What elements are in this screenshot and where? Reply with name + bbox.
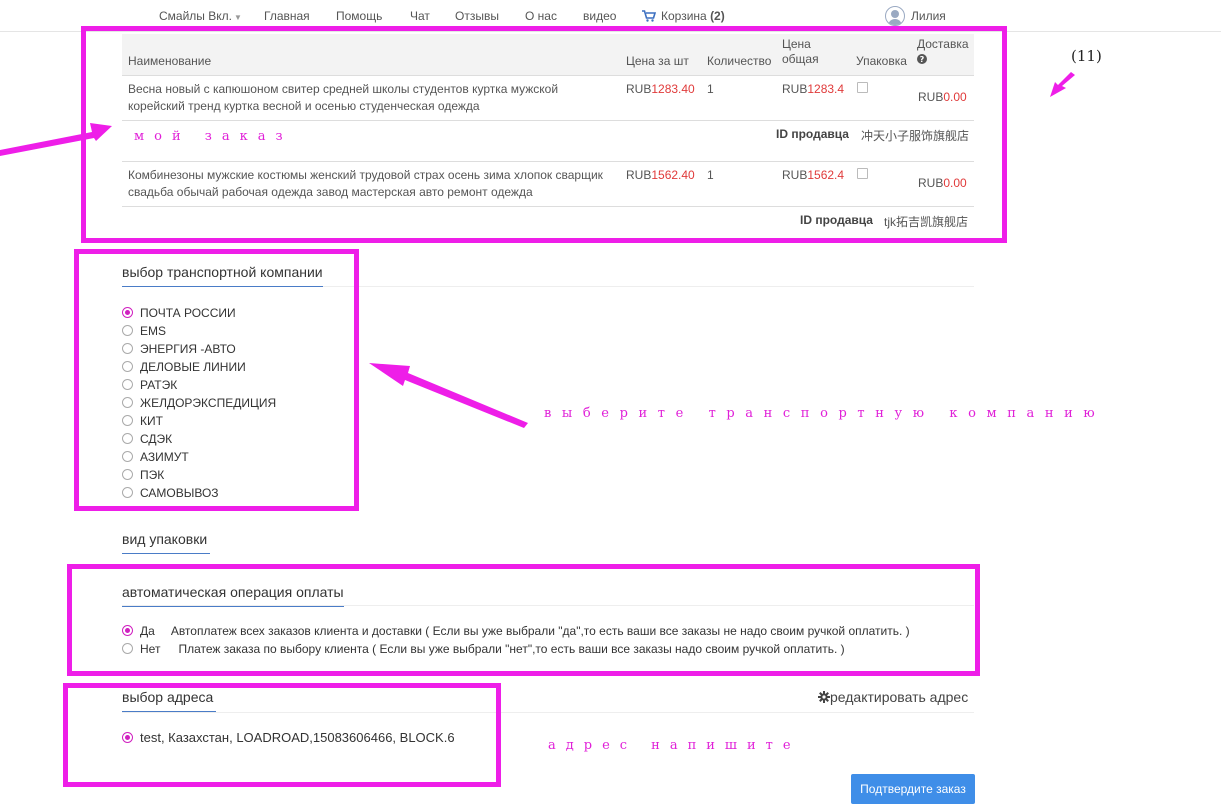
gear-icon bbox=[818, 691, 830, 703]
annotation-box-address bbox=[63, 683, 501, 787]
annotation-write-address: адрес напишите bbox=[548, 738, 801, 753]
chevron-down-icon: ▼ bbox=[233, 13, 242, 22]
edit-address-link[interactable]: редактировать адрес bbox=[818, 689, 968, 705]
confirm-order-button[interactable]: Подтвердите заказ bbox=[851, 774, 975, 804]
cart-count: (2) bbox=[710, 9, 725, 23]
annotation-box-payment bbox=[67, 564, 980, 676]
nav-home[interactable]: Главная bbox=[264, 9, 310, 23]
arrow-transport-icon bbox=[369, 363, 528, 428]
packaging-title: вид упаковки bbox=[122, 531, 210, 554]
nav-smiles-toggle[interactable]: Смайлы Вкл. ▼ bbox=[159, 9, 242, 23]
cart-icon bbox=[642, 10, 656, 22]
nav-about[interactable]: О нас bbox=[525, 9, 557, 23]
user-name[interactable]: Лилия bbox=[911, 9, 946, 23]
nav-cart[interactable]: Корзина (2) bbox=[642, 9, 725, 23]
cart-label: Корзина bbox=[661, 9, 707, 23]
annotation-count: (11) bbox=[1071, 47, 1102, 65]
annotation-choose-transport: выберите транспортную компанию bbox=[544, 406, 1106, 421]
nav-chat[interactable]: Чат bbox=[410, 9, 430, 23]
edit-address-label: редактировать адрес bbox=[830, 689, 969, 705]
nav-video[interactable]: видео bbox=[583, 9, 616, 23]
nav-smiles-label: Смайлы Вкл. bbox=[159, 9, 232, 23]
nav-help[interactable]: Помощь bbox=[336, 9, 382, 23]
arrow-upright-icon bbox=[1050, 72, 1075, 97]
avatar[interactable] bbox=[885, 6, 905, 26]
nav-reviews[interactable]: Отзывы bbox=[455, 9, 499, 23]
annotation-box-transport bbox=[74, 249, 359, 511]
annotation-my-order: мой заказ bbox=[134, 129, 293, 144]
